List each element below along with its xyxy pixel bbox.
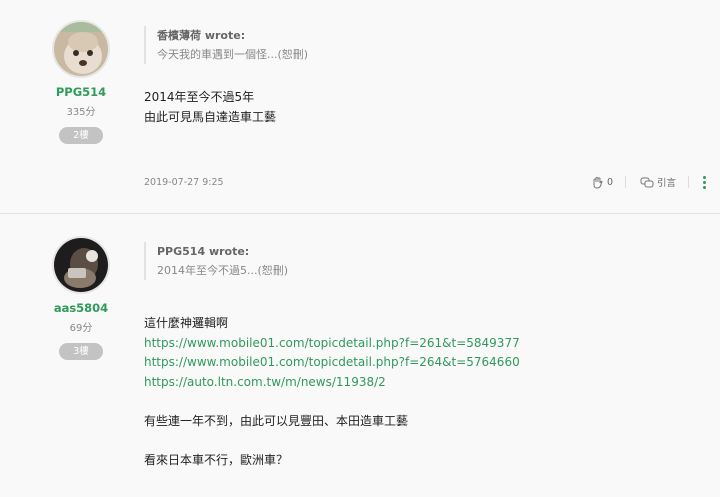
divider [688, 176, 689, 188]
user-points: 335分 [66, 107, 96, 118]
like-count: 0 [606, 176, 613, 188]
vertical-dots-icon[interactable] [703, 175, 706, 189]
quote-author: 香檳薄荷 wrote: [157, 29, 246, 42]
link-3[interactable]: https://auto.ltn.com.tw/m/news/11938/2 [144, 373, 700, 393]
quote-block: PPG514 wrote: 2014年至今不過5...(恕刪) [144, 242, 700, 280]
quote-text[interactable]: 2014年至今不過5...(恕刪) [157, 261, 700, 280]
post-floor-2: PPG514 335分 2樓 香檳薄荷 wrote: 今天我的車遇到一個怪...… [0, 0, 720, 214]
quote-button[interactable]: 引言 [640, 175, 676, 189]
link-1[interactable]: https://www.mobile01.com/topicdetail.php… [144, 334, 700, 354]
floor-badge[interactable]: 2樓 [59, 127, 103, 144]
post-content: PPG514 wrote: 2014年至今不過5...(恕刪) 這什麼神邏輯啊 … [144, 242, 700, 470]
username[interactable]: PPG514 [30, 85, 132, 99]
clap-hand-icon [593, 176, 603, 189]
avatar[interactable] [52, 236, 110, 294]
post-floor-3: aas5804 69分 3樓 PPG514 wrote: 2014年至今不過5.… [0, 214, 720, 497]
body-line: 有些連一年不到，由此可以見豐田、本田造車工藝 [144, 413, 409, 428]
post-actions: 0 引言 [577, 175, 706, 189]
avatar[interactable] [52, 20, 110, 78]
floor-badge[interactable]: 3樓 [59, 343, 103, 360]
post-meta: 2019-07-27 9:25 0 引言 [144, 175, 706, 189]
body-line: 這什麼神邏輯啊 [144, 316, 229, 330]
divider [624, 176, 626, 188]
quote-text[interactable]: 今天我的車遇到一個怪...(恕刪) [157, 45, 700, 64]
body-line: 看來日本車不行，歐洲車？ [144, 452, 289, 467]
quote-block: 香檳薄荷 wrote: 今天我的車遇到一個怪...(恕刪) [144, 26, 700, 64]
post-content: 香檳薄荷 wrote: 今天我的車遇到一個怪...(恕刪) 2014年至今不過5… [144, 26, 700, 127]
post-date: 2019-07-27 9:25 [144, 177, 224, 188]
author-panel: PPG514 335分 2樓 [30, 20, 132, 144]
user-points: 69分 [69, 323, 93, 334]
username[interactable]: aas5804 [30, 301, 132, 315]
post-body: 2014年至今不過5年 由此可見馬自達造車工藝 [144, 88, 700, 127]
body-line: 2014年至今不過5年 [144, 90, 255, 104]
body-line: 由此可見馬自達造車工藝 [144, 109, 277, 124]
like-button[interactable]: 0 [591, 176, 613, 189]
quote-label: 引言 [656, 178, 676, 189]
author-panel: aas5804 69分 3樓 [30, 236, 132, 360]
quote-author: PPG514 wrote: [157, 245, 250, 258]
post-body: 這什麼神邏輯啊 https://www.mobile01.com/topicde… [144, 314, 700, 470]
quote-chat-icon [640, 177, 654, 187]
link-2[interactable]: https://www.mobile01.com/topicdetail.php… [144, 353, 700, 373]
